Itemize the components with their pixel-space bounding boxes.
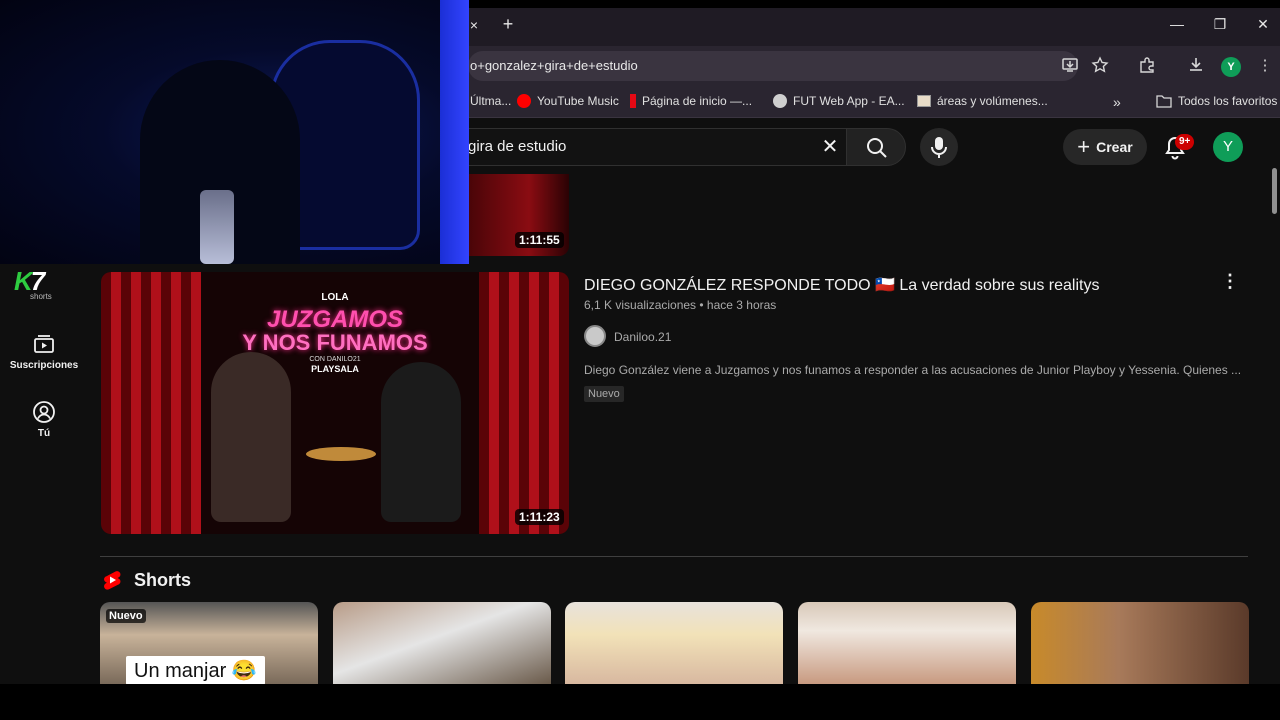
short-new-badge: Nuevo xyxy=(106,609,146,623)
all-bookmarks-folder[interactable]: Todos los favoritos xyxy=(1156,94,1277,108)
you-icon xyxy=(33,401,55,423)
bookmark-star-icon[interactable] xyxy=(1090,56,1110,76)
short-card[interactable] xyxy=(565,602,783,684)
webcam-overlay xyxy=(0,0,469,264)
shorts-section-title: Shorts xyxy=(134,570,192,590)
thumbnail-text-sub: CON DANILO21 xyxy=(309,356,361,363)
sidebar-item-label: Tú xyxy=(37,428,51,439)
browser-profile-avatar[interactable]: Y xyxy=(1221,57,1241,77)
channel-avatar[interactable] xyxy=(584,325,606,347)
screen: × + — ❐ ✕ o+gonzalez+gira+de+estudio Y ⋮… xyxy=(0,0,1280,720)
thumbnail-table xyxy=(306,447,376,461)
bookmarks-overflow-button[interactable]: » xyxy=(1113,94,1121,110)
sidebar: Suscripciones Tú xyxy=(0,264,88,684)
sidebar-item-tu[interactable]: Tú xyxy=(0,400,88,439)
address-text[interactable]: o+gonzalez+gira+de+estudio xyxy=(470,58,638,73)
page-icon xyxy=(917,95,931,107)
thumbnail-text-line2: Y NOS FUNAMOS xyxy=(242,330,428,355)
video-thumbnail[interactable]: LOLA JUZGAMOS Y NOS FUNAMOS CON DANILO21… xyxy=(101,272,569,534)
youtube-music-icon xyxy=(517,94,531,108)
install-app-icon[interactable] xyxy=(1060,56,1080,76)
voice-search-button[interactable] xyxy=(920,128,958,166)
microphone-icon xyxy=(931,137,947,158)
search-button[interactable] xyxy=(846,128,906,166)
sidebar-item-label: Suscripciones xyxy=(9,360,79,371)
video-meta: 6,1 K visualizaciones • hace 3 horas xyxy=(584,298,777,312)
video-duration: 1:11:23 xyxy=(515,509,564,525)
logo-sub-label: shorts xyxy=(30,292,52,301)
minimize-button[interactable]: — xyxy=(1167,14,1187,34)
bookmark-label: Página de inicio —... xyxy=(642,94,753,108)
thumbnail-person-left xyxy=(211,352,291,522)
close-window-button[interactable]: ✕ xyxy=(1253,14,1273,34)
video-title[interactable]: DIEGO GONZÁLEZ RESPONDE TODO 🇨🇱 La verda… xyxy=(584,275,1099,295)
short-card[interactable] xyxy=(333,602,551,684)
account-avatar[interactable]: Y xyxy=(1213,132,1243,162)
webcam-microphone xyxy=(200,190,234,264)
sidebar-item-suscripciones[interactable]: Suscripciones xyxy=(0,332,88,371)
netflix-icon xyxy=(630,94,636,108)
clear-search-icon[interactable]: ✕ xyxy=(820,136,840,158)
thumbnail-person-right xyxy=(381,362,461,522)
thumbnail-text-brand: PLAYSALA xyxy=(311,364,359,374)
bookmark-label: áreas y volúmenes... xyxy=(937,94,1048,108)
page-scrollbar[interactable] xyxy=(1272,168,1277,214)
logo-k: K xyxy=(14,266,33,296)
webcam-blue-light xyxy=(440,0,469,264)
bookmark-label: FUT Web App - EA... xyxy=(793,94,905,108)
subscriptions-icon xyxy=(34,335,54,353)
short-card[interactable] xyxy=(798,602,1016,684)
shorts-icon xyxy=(104,571,121,590)
video-description: Diego González viene a Juzgamos y nos fu… xyxy=(584,363,1242,377)
plus-icon: + xyxy=(1077,134,1091,159)
more-actions-icon[interactable]: ⋮ xyxy=(1220,271,1240,291)
download-icon[interactable] xyxy=(1186,56,1206,76)
channel-name[interactable]: Daniloo.21 xyxy=(614,330,671,344)
short-card[interactable] xyxy=(1031,602,1249,684)
bookmark-item-fut[interactable]: FUT Web App - EA... xyxy=(773,94,905,108)
search-input-value[interactable]: gira de estudio xyxy=(468,138,566,155)
short-caption: Un manjar 😂 xyxy=(126,656,265,685)
bookmark-label: Últma... xyxy=(470,94,512,108)
restore-button[interactable]: ❐ xyxy=(1210,14,1230,34)
new-tab-button[interactable]: + xyxy=(499,15,517,33)
extensions-icon[interactable] xyxy=(1137,56,1157,76)
all-bookmarks-label: Todos los favoritos xyxy=(1178,94,1278,108)
globe-icon xyxy=(773,94,787,108)
bottom-black-bar xyxy=(0,684,1280,720)
folder-icon xyxy=(1156,95,1172,108)
section-divider xyxy=(100,556,1248,557)
thumbnail-text-top: LOLA xyxy=(321,292,349,303)
new-badge: Nuevo xyxy=(584,386,624,402)
bookmark-item-areas[interactable]: áreas y volúmenes... xyxy=(917,94,1048,108)
previous-video-duration: 1:11:55 xyxy=(515,232,564,248)
create-button[interactable]: + Crear xyxy=(1063,129,1147,165)
browser-menu-icon[interactable]: ⋮ xyxy=(1255,56,1275,76)
bookmark-item-ultima[interactable]: Últma... xyxy=(470,94,511,108)
create-label: Crear xyxy=(1096,139,1133,155)
bookmark-label: YouTube Music xyxy=(537,94,619,108)
bookmark-item-youtube-music[interactable]: YouTube Music xyxy=(517,94,619,108)
notifications-count-badge: 9+ xyxy=(1175,134,1195,150)
search-icon xyxy=(867,138,887,158)
bookmark-item-netflix[interactable]: Página de inicio —... xyxy=(630,94,752,108)
